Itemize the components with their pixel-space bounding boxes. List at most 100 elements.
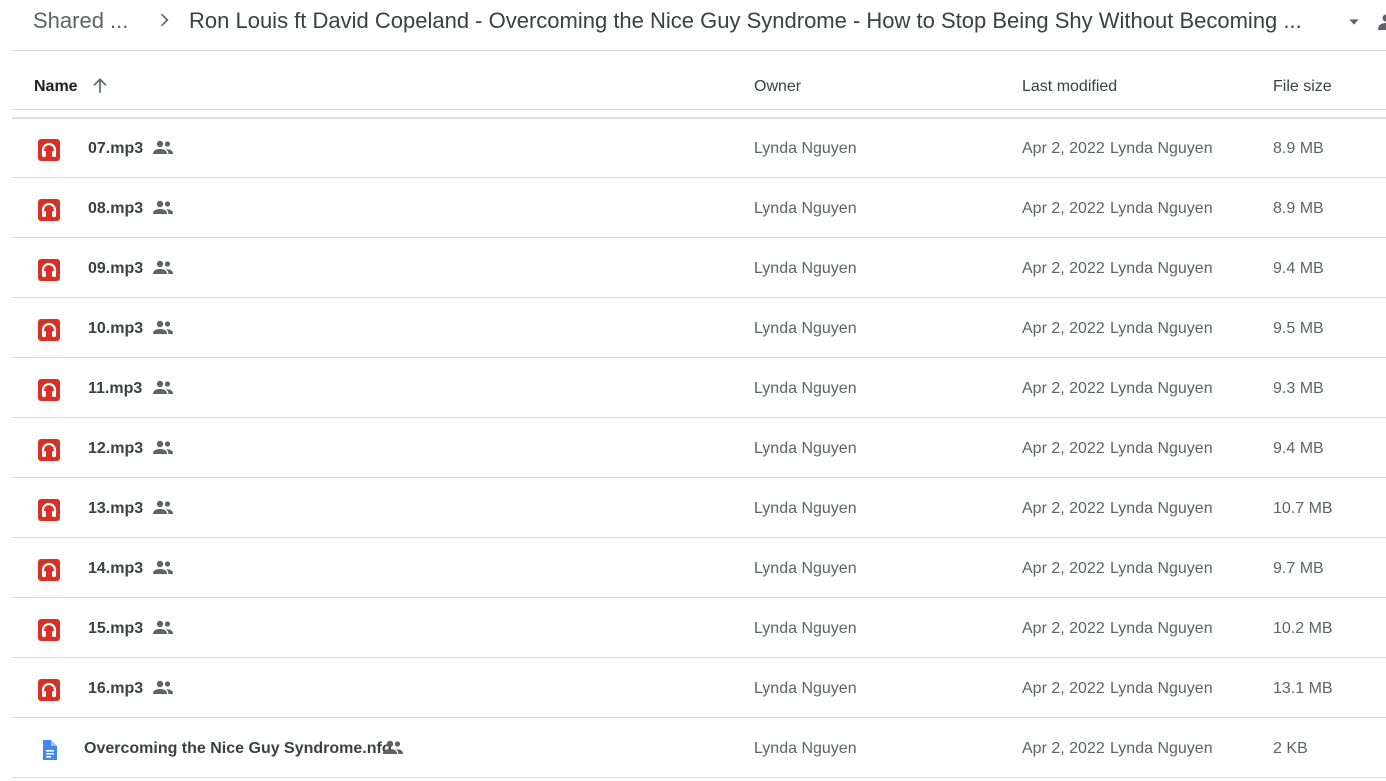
file-modified-date: Apr 2, 2022 bbox=[1022, 440, 1105, 457]
file-modified-by: Lynda Nguyen bbox=[1110, 740, 1213, 757]
file-size: 9.3 MB bbox=[1273, 380, 1324, 397]
file-modified-by: Lynda Nguyen bbox=[1110, 140, 1213, 157]
file-owner: Lynda Nguyen bbox=[754, 740, 857, 757]
audio-file-icon bbox=[38, 439, 60, 461]
file-name[interactable]: 14.mp3 bbox=[88, 560, 143, 578]
file-name[interactable]: 13.mp3 bbox=[88, 500, 143, 518]
shared-people-icon bbox=[152, 499, 174, 517]
shared-people-icon bbox=[152, 559, 174, 577]
file-owner: Lynda Nguyen bbox=[754, 620, 857, 637]
file-size: 9.4 MB bbox=[1273, 260, 1324, 277]
file-size: 8.9 MB bbox=[1273, 140, 1324, 157]
table-row[interactable]: 08.mp3 Lynda Nguyen Apr 2, 2022 Lynda Nguye… bbox=[12, 178, 1386, 238]
audio-file-icon bbox=[38, 559, 60, 581]
table-row[interactable]: 15.mp3 Lynda Nguyen Apr 2, 2022 Lynda Nguye… bbox=[12, 598, 1386, 658]
shared-people-icon bbox=[1378, 14, 1386, 30]
file-owner: Lynda Nguyen bbox=[754, 440, 857, 457]
file-name[interactable]: 10.mp3 bbox=[88, 320, 143, 338]
shared-people-icon bbox=[152, 259, 174, 277]
file-modified-date: Apr 2, 2022 bbox=[1022, 500, 1105, 517]
shared-people-icon bbox=[152, 439, 174, 457]
breadcrumb: Shared ... Ron Louis ft David Copeland -… bbox=[0, 0, 1386, 50]
file-size: 8.9 MB bbox=[1273, 200, 1324, 217]
file-owner: Lynda Nguyen bbox=[754, 560, 857, 577]
file-modified-date: Apr 2, 2022 bbox=[1022, 320, 1105, 337]
file-name[interactable]: 09.mp3 bbox=[88, 260, 143, 278]
file-modified-date: Apr 2, 2022 bbox=[1022, 380, 1105, 397]
table-row[interactable]: 14.mp3 Lynda Nguyen Apr 2, 2022 Lynda Nguye… bbox=[12, 538, 1386, 598]
audio-file-icon bbox=[38, 259, 60, 281]
file-owner: Lynda Nguyen bbox=[754, 140, 857, 157]
column-header-name[interactable]: Name bbox=[34, 78, 78, 96]
file-modified-date: Apr 2, 2022 bbox=[1022, 140, 1105, 157]
audio-file-icon bbox=[38, 319, 60, 341]
breadcrumb-shared-link[interactable]: Shared ... bbox=[33, 8, 128, 34]
file-size: 10.7 MB bbox=[1273, 500, 1333, 517]
file-size: 9.5 MB bbox=[1273, 320, 1324, 337]
arrow-up-icon[interactable] bbox=[90, 76, 110, 96]
file-name[interactable]: 11.mp3 bbox=[88, 380, 142, 398]
file-modified-date: Apr 2, 2022 bbox=[1022, 740, 1105, 757]
column-header-last-modified[interactable]: Last modified bbox=[1022, 78, 1117, 96]
file-name[interactable]: 16.mp3 bbox=[88, 680, 143, 698]
file-size: 10.2 MB bbox=[1273, 620, 1333, 637]
table-row[interactable]: 10.mp3 Lynda Nguyen Apr 2, 2022 Lynda Nguye… bbox=[12, 298, 1386, 358]
file-name[interactable]: 08.mp3 bbox=[88, 200, 143, 218]
file-owner: Lynda Nguyen bbox=[754, 500, 857, 517]
file-size: 9.4 MB bbox=[1273, 440, 1324, 457]
file-list: 07.mp3 Lynda Nguyen Apr 2, 2022 Lynda Nguye… bbox=[12, 118, 1386, 778]
file-owner: Lynda Nguyen bbox=[754, 380, 857, 397]
audio-file-icon bbox=[38, 679, 60, 701]
file-size: 13.1 MB bbox=[1273, 680, 1333, 697]
chevron-down-icon[interactable] bbox=[1346, 14, 1362, 30]
file-name[interactable]: 12.mp3 bbox=[88, 440, 143, 458]
document-file-icon bbox=[38, 739, 60, 761]
table-row[interactable]: 07.mp3 Lynda Nguyen Apr 2, 2022 Lynda Nguye… bbox=[12, 118, 1386, 178]
table-row[interactable]: 13.mp3 Lynda Nguyen Apr 2, 2022 Lynda Nguye… bbox=[12, 478, 1386, 538]
file-modified-by: Lynda Nguyen bbox=[1110, 680, 1213, 697]
file-modified-date: Apr 2, 2022 bbox=[1022, 560, 1105, 577]
chevron-right-icon bbox=[160, 13, 169, 27]
table-row[interactable]: 09.mp3 Lynda Nguyen Apr 2, 2022 Lynda Nguye… bbox=[12, 238, 1386, 298]
file-modified-date: Apr 2, 2022 bbox=[1022, 200, 1105, 217]
divider bbox=[12, 50, 1386, 51]
table-row[interactable]: Overcoming the Nice Guy Syndrome.nfo Lynd… bbox=[12, 718, 1386, 778]
shared-people-icon bbox=[152, 679, 174, 697]
audio-file-icon bbox=[38, 619, 60, 641]
shared-people-icon bbox=[152, 319, 174, 337]
file-size: 2 KB bbox=[1273, 740, 1308, 757]
audio-file-icon bbox=[38, 199, 60, 221]
file-modified-by: Lynda Nguyen bbox=[1110, 380, 1213, 397]
column-header-owner[interactable]: Owner bbox=[754, 78, 801, 96]
audio-file-icon bbox=[38, 379, 60, 401]
file-owner: Lynda Nguyen bbox=[754, 320, 857, 337]
file-modified-by: Lynda Nguyen bbox=[1110, 440, 1213, 457]
shared-people-icon bbox=[152, 619, 174, 637]
file-modified-by: Lynda Nguyen bbox=[1110, 200, 1213, 217]
file-name[interactable]: 15.mp3 bbox=[88, 620, 143, 638]
file-modified-by: Lynda Nguyen bbox=[1110, 260, 1213, 277]
file-modified-date: Apr 2, 2022 bbox=[1022, 260, 1105, 277]
table-row[interactable]: 11.mp3 Lynda Nguyen Apr 2, 2022 Lynda Nguye… bbox=[12, 358, 1386, 418]
audio-file-icon bbox=[38, 139, 60, 161]
file-modified-by: Lynda Nguyen bbox=[1110, 620, 1213, 637]
list-header: Name Owner Last modified File size bbox=[12, 62, 1386, 110]
file-owner: Lynda Nguyen bbox=[754, 680, 857, 697]
shared-people-icon bbox=[152, 379, 174, 397]
column-header-file-size[interactable]: File size bbox=[1273, 78, 1332, 96]
file-name[interactable]: Overcoming the Nice Guy Syndrome.nfo bbox=[84, 740, 392, 758]
breadcrumb-current-folder[interactable]: Ron Louis ft David Copeland - Overcoming… bbox=[189, 8, 1329, 34]
file-owner: Lynda Nguyen bbox=[754, 260, 857, 277]
shared-people-icon bbox=[152, 199, 174, 217]
audio-file-icon bbox=[38, 499, 60, 521]
file-name[interactable]: 07.mp3 bbox=[88, 140, 143, 158]
file-modified-by: Lynda Nguyen bbox=[1110, 560, 1213, 577]
file-modified-by: Lynda Nguyen bbox=[1110, 500, 1213, 517]
table-row[interactable]: 16.mp3 Lynda Nguyen Apr 2, 2022 Lynda Nguye… bbox=[12, 658, 1386, 718]
table-row[interactable]: 12.mp3 Lynda Nguyen Apr 2, 2022 Lynda Nguye… bbox=[12, 418, 1386, 478]
file-owner: Lynda Nguyen bbox=[754, 200, 857, 217]
shared-people-icon bbox=[152, 139, 174, 157]
file-modified-date: Apr 2, 2022 bbox=[1022, 680, 1105, 697]
file-size: 9.7 MB bbox=[1273, 560, 1324, 577]
file-modified-by: Lynda Nguyen bbox=[1110, 320, 1213, 337]
